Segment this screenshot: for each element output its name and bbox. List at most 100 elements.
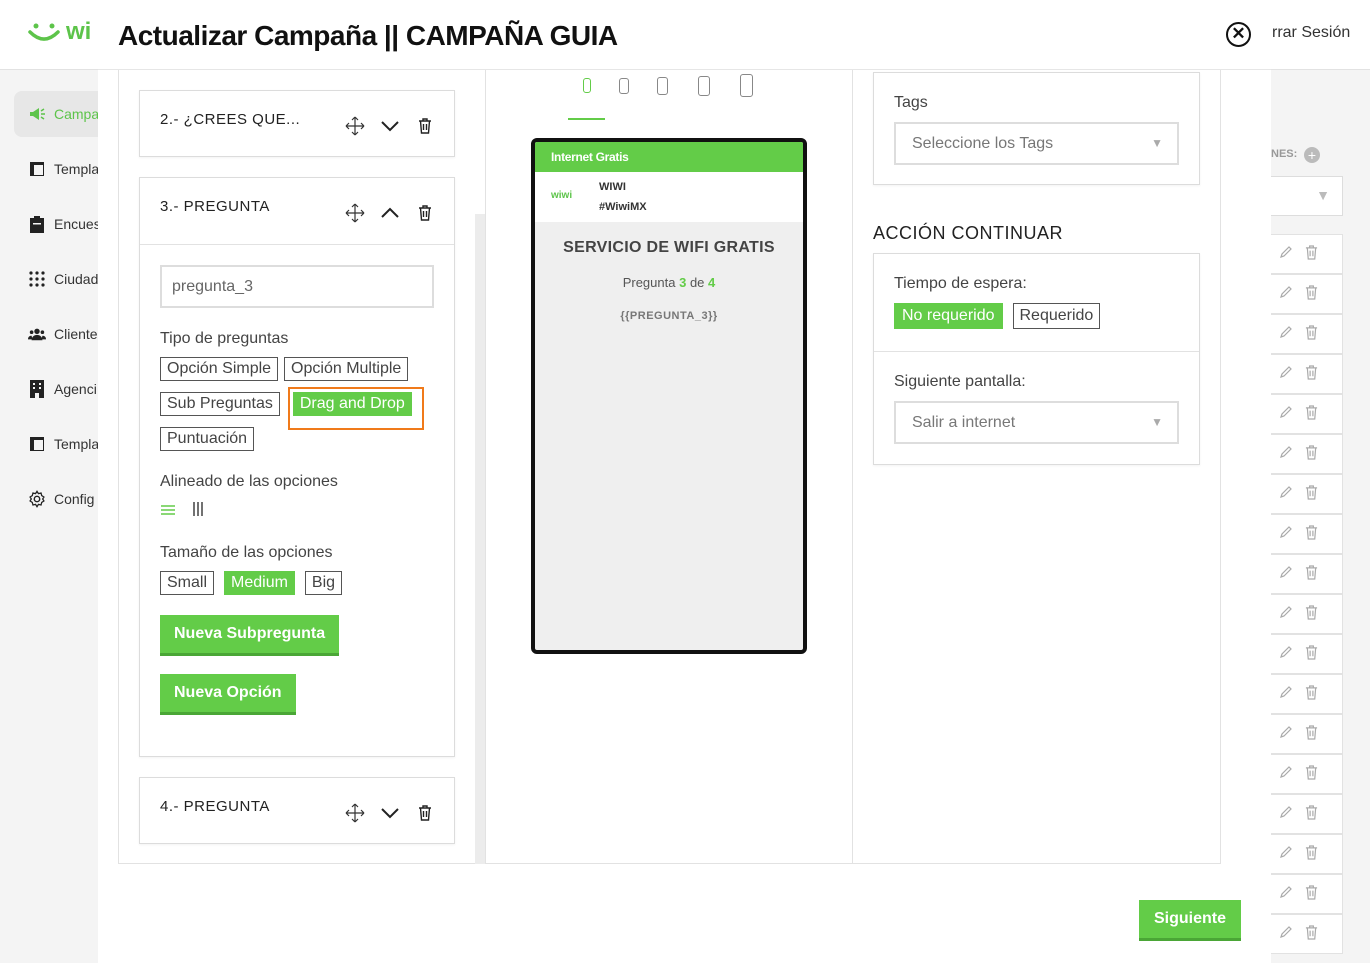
logout-link[interactable]: rrar Sesión xyxy=(1272,24,1350,42)
trash-icon[interactable] xyxy=(1305,804,1318,824)
trash-icon[interactable] xyxy=(1305,324,1318,344)
background-label: NES: xyxy=(1271,148,1298,160)
pencil-icon[interactable] xyxy=(1279,565,1293,583)
size-medium-button[interactable]: Medium xyxy=(224,571,295,595)
question-type-label: Tipo de preguntas xyxy=(160,330,289,347)
pencil-icon[interactable] xyxy=(1279,285,1293,303)
pencil-icon[interactable] xyxy=(1279,405,1293,423)
background-select[interactable]: ▼ xyxy=(1271,176,1343,216)
trash-icon[interactable] xyxy=(1305,444,1318,464)
pencil-icon[interactable] xyxy=(1279,805,1293,823)
size-big-button[interactable]: Big xyxy=(304,571,343,595)
question-header[interactable]: 4.- PREGUNTA xyxy=(140,778,454,844)
next-button[interactable]: Siguiente xyxy=(1139,900,1242,938)
add-icon[interactable]: + xyxy=(1304,147,1320,163)
trash-icon[interactable] xyxy=(1305,764,1318,784)
tags-select[interactable]: Seleccione los Tags ▼ xyxy=(894,122,1179,165)
trash-icon[interactable] xyxy=(1305,524,1318,544)
trash-icon[interactable] xyxy=(1305,844,1318,864)
sidebar-item-ciudades[interactable]: Ciudad xyxy=(14,256,98,302)
questions-scrollbar[interactable] xyxy=(475,214,485,864)
new-option-button[interactable]: Nueva Opción xyxy=(160,674,296,712)
pencil-icon[interactable] xyxy=(1279,485,1293,503)
dropdown-arrow-icon: ▼ xyxy=(1151,415,1163,429)
device-phone-small-icon[interactable] xyxy=(583,78,591,93)
type-puntuacion-button[interactable]: Puntuación xyxy=(160,427,255,451)
trash-icon[interactable] xyxy=(1305,404,1318,424)
next-screen-select[interactable]: Salir a internet ▼ xyxy=(894,401,1179,444)
pencil-icon[interactable] xyxy=(1279,525,1293,543)
trash-icon[interactable] xyxy=(1305,724,1318,744)
trash-icon[interactable] xyxy=(1305,284,1318,304)
table-row xyxy=(1271,874,1343,914)
trash-icon[interactable] xyxy=(1305,564,1318,584)
device-active-indicator xyxy=(568,118,605,120)
move-icon[interactable] xyxy=(342,200,367,225)
column-divider xyxy=(485,70,486,864)
pencil-icon[interactable] xyxy=(1279,245,1293,263)
pencil-icon[interactable] xyxy=(1279,645,1293,663)
type-opcion-simple-button[interactable]: Opción Simple xyxy=(160,357,279,381)
close-icon[interactable]: ✕ xyxy=(1226,22,1251,47)
preview-question-placeholder: {{PREGUNTA_3}} xyxy=(620,310,718,322)
building-icon xyxy=(28,380,46,398)
trash-icon[interactable] xyxy=(412,200,437,225)
question-card-4: 4.- PREGUNTA xyxy=(139,777,455,844)
chevron-down-icon[interactable] xyxy=(377,113,402,138)
new-subquestion-button[interactable]: Nueva Subpregunta xyxy=(160,615,340,653)
pencil-icon[interactable] xyxy=(1279,925,1293,943)
type-opcion-multiple-button[interactable]: Opción Multiple xyxy=(284,357,409,381)
device-tablet-icon[interactable] xyxy=(698,76,710,96)
align-vertical-icon[interactable] xyxy=(192,501,204,522)
pencil-icon[interactable] xyxy=(1279,445,1293,463)
device-tablet-large-icon[interactable] xyxy=(740,74,753,97)
pencil-icon[interactable] xyxy=(1279,725,1293,743)
chevron-up-icon[interactable] xyxy=(377,200,402,225)
trash-icon[interactable] xyxy=(412,113,437,138)
requerido-button[interactable]: Requerido xyxy=(1012,303,1101,329)
trash-icon[interactable] xyxy=(1305,924,1318,944)
preview-logo: wiwi xyxy=(551,190,573,201)
trash-icon[interactable] xyxy=(1305,244,1318,264)
pencil-icon[interactable] xyxy=(1279,605,1293,623)
trash-icon[interactable] xyxy=(1305,364,1318,384)
pencil-icon[interactable] xyxy=(1279,765,1293,783)
move-icon[interactable] xyxy=(342,800,367,825)
pencil-icon[interactable] xyxy=(1279,885,1293,903)
sidebar-item-encuestas[interactable]: Encues xyxy=(14,201,98,247)
chevron-down-icon[interactable] xyxy=(377,800,402,825)
trash-icon[interactable] xyxy=(1305,484,1318,504)
logo-text: wi xyxy=(66,18,92,45)
pencil-icon[interactable] xyxy=(1279,325,1293,343)
align-horizontal-icon[interactable] xyxy=(160,503,176,521)
trash-icon[interactable] xyxy=(1305,644,1318,664)
trash-icon[interactable] xyxy=(1305,884,1318,904)
sidebar-item-campanas[interactable]: Campa xyxy=(14,91,98,137)
gear-icon xyxy=(28,490,46,508)
count-prefix: Pregunta xyxy=(622,275,676,290)
trash-icon[interactable] xyxy=(412,800,437,825)
question-header[interactable]: 3.- PREGUNTA xyxy=(140,178,454,244)
trash-icon[interactable] xyxy=(1305,684,1318,704)
device-phone-icon[interactable] xyxy=(619,78,629,94)
sidebar-item-label: Templa xyxy=(54,161,98,177)
question-header[interactable]: 2.- ¿CREES QUE... xyxy=(140,91,454,157)
no-requerido-button[interactable]: No requerido xyxy=(894,303,1003,329)
template-icon xyxy=(28,160,46,178)
trash-icon[interactable] xyxy=(1305,604,1318,624)
sidebar-item-configuracion[interactable]: Config xyxy=(14,476,98,522)
size-small-button[interactable]: Small xyxy=(160,571,215,595)
type-sub-preguntas-button[interactable]: Sub Preguntas xyxy=(160,392,280,416)
alignment-label: Alineado de las opciones xyxy=(160,473,338,490)
question-name-input[interactable] xyxy=(160,265,434,308)
pencil-icon[interactable] xyxy=(1279,845,1293,863)
pencil-icon[interactable] xyxy=(1279,365,1293,383)
device-phone-large-icon[interactable] xyxy=(657,77,668,95)
sidebar-item-templates[interactable]: Templa xyxy=(14,146,98,192)
move-icon[interactable] xyxy=(342,113,367,138)
sidebar-item-templates-2[interactable]: Templa xyxy=(14,421,98,467)
sidebar-item-agencias[interactable]: Agenci xyxy=(14,366,98,412)
sidebar-item-clientes[interactable]: Cliente xyxy=(14,311,98,357)
pencil-icon[interactable] xyxy=(1279,685,1293,703)
app-logo[interactable]: wi xyxy=(28,18,91,46)
